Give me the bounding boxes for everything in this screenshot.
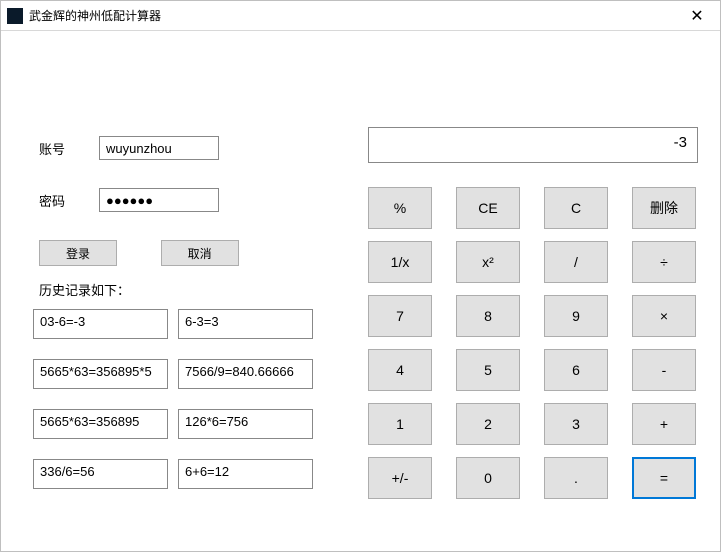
login-button[interactable]: 登录 [39, 240, 117, 266]
key-equals[interactable]: = [632, 457, 696, 499]
window-title: 武金辉的神州低配计算器 [29, 7, 161, 24]
history-item[interactable]: 126*6=756 [178, 409, 313, 439]
key-seven[interactable]: 7 [368, 295, 432, 337]
key-clear-entry[interactable]: CE [456, 187, 520, 229]
key-reciprocal[interactable]: 1/x [368, 241, 432, 283]
key-divide[interactable]: ÷ [632, 241, 696, 283]
history-item[interactable]: 03-6=-3 [33, 309, 168, 339]
key-one[interactable]: 1 [368, 403, 432, 445]
key-eight[interactable]: 8 [456, 295, 520, 337]
key-multiply[interactable]: × [632, 295, 696, 337]
history-item[interactable]: 336/6=56 [33, 459, 168, 489]
history-item[interactable]: 5665*63=356895 [33, 409, 168, 439]
key-nine[interactable]: 9 [544, 295, 608, 337]
calculator-keypad: % CE C 删除 1/x x² / ÷ 789 × 456- 123 + +/- 0. = [368, 187, 698, 499]
history-item[interactable]: 5665*63=356895*5 [33, 359, 168, 389]
history-grid: 03-6=-3 6-3=3 5665*63=356895*5 7566/9=84… [33, 309, 339, 489]
key-add[interactable]: + [632, 403, 696, 445]
key-percent[interactable]: % [368, 187, 432, 229]
app-window: 武金辉的神州低配计算器 ✕ 账号 密码 登录 取消 历史记录如下： 03-6=-… [0, 0, 721, 552]
app-icon [7, 8, 23, 24]
key-delete[interactable]: 删除 [632, 187, 696, 229]
key-four[interactable]: 4 [368, 349, 432, 391]
key-slash[interactable]: / [544, 241, 608, 283]
client-area: 账号 密码 登录 取消 历史记录如下： 03-6=-3 6-3=3 5665*6… [1, 31, 720, 551]
password-row: 密码 [39, 188, 339, 212]
account-label: 账号 [39, 139, 99, 158]
key-negate[interactable]: +/- [368, 457, 432, 499]
password-input[interactable] [99, 188, 219, 212]
history-item[interactable]: 6-3=3 [178, 309, 313, 339]
account-input[interactable] [99, 136, 219, 160]
titlebar: 武金辉的神州低配计算器 ✕ [1, 1, 720, 31]
key-three[interactable]: 3 [544, 403, 608, 445]
key-zero[interactable]: 0 [456, 457, 520, 499]
key-five[interactable]: 5 [456, 349, 520, 391]
key-two[interactable]: 2 [456, 403, 520, 445]
account-row: 账号 [39, 136, 339, 160]
history-title: 历史记录如下： [39, 280, 339, 299]
password-label: 密码 [39, 191, 99, 210]
history-item[interactable]: 7566/9=840.66666 [178, 359, 313, 389]
key-subtract[interactable]: - [632, 349, 696, 391]
history-item[interactable]: 6+6=12 [178, 459, 313, 489]
login-button-row: 登录 取消 [39, 240, 339, 266]
key-decimal[interactable]: . [544, 457, 608, 499]
login-and-history-pane: 账号 密码 登录 取消 历史记录如下： 03-6=-3 6-3=3 5665*6… [39, 136, 339, 489]
cancel-button[interactable]: 取消 [161, 240, 239, 266]
close-button[interactable]: ✕ [674, 1, 720, 30]
key-square[interactable]: x² [456, 241, 520, 283]
key-clear[interactable]: C [544, 187, 608, 229]
calculator-display[interactable]: -3 [368, 127, 698, 163]
calculator-pane: -3 % CE C 删除 1/x x² / ÷ 789 × 456- 123 + +/- 0. = [368, 127, 698, 499]
key-six[interactable]: 6 [544, 349, 608, 391]
